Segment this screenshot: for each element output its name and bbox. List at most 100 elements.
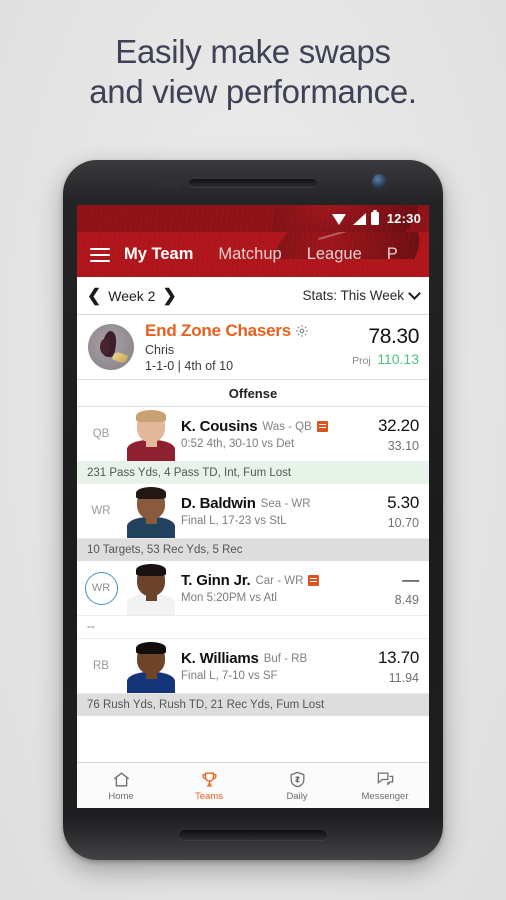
battery-icon — [370, 212, 379, 225]
app-bar: My Team Matchup League P — [77, 232, 429, 277]
team-avatar[interactable] — [88, 324, 134, 370]
wifi-icon — [331, 213, 347, 225]
section-header-offense: Offense — [77, 380, 429, 407]
chat-bubbles-icon — [376, 769, 395, 789]
player-game-status: Final L, 7-10 vs SF — [181, 670, 278, 682]
player-position-label: RB — [93, 660, 109, 672]
week-navigation-bar: ❮ Week 2 ❯ Stats: This Week — [77, 277, 429, 315]
player-headshot — [125, 560, 177, 615]
top-tabs: My Team Matchup League P — [124, 245, 423, 264]
team-record: 1-1-0 | 4th of 10 — [145, 359, 234, 373]
player-score: 13.70 — [377, 647, 419, 667]
headline-line-1: Easily make swaps — [115, 33, 391, 70]
hamburger-menu-icon[interactable] — [90, 244, 110, 266]
nav-item-teams[interactable]: Teams — [165, 769, 253, 802]
team-proj-label: Proj — [352, 355, 371, 367]
status-clock: 12:30 — [386, 211, 421, 226]
nav-label-messenger: Messenger — [361, 791, 409, 802]
nav-item-daily[interactable]: Daily — [253, 769, 341, 802]
section-label: Offense — [228, 385, 278, 401]
player-projection: 33.10 — [387, 438, 419, 453]
team-proj-value: 110.13 — [377, 351, 419, 367]
nav-label-daily: Daily — [286, 791, 308, 802]
player-info: K. Williams Buf - RB Final L, 7-10 vs SF — [177, 639, 378, 693]
promo-page: Easily make swaps and view performance. — [0, 0, 506, 900]
player-name: T. Ginn Jr. — [181, 572, 251, 589]
player-row[interactable]: RB K. Williams Buf - RB Final L, 7-10 vs SF… — [77, 639, 429, 694]
tab-matchup[interactable]: Matchup — [218, 245, 281, 264]
player-name: D. Baldwin — [181, 495, 256, 512]
phone-screen: 12:30 My Team Matchup League P ❮ Week 2 … — [77, 205, 429, 808]
player-position-cell[interactable]: RB — [77, 639, 125, 693]
player-position-label: QB — [92, 428, 110, 440]
phone-top-bezel — [63, 160, 443, 205]
player-projection: 10.70 — [387, 515, 419, 530]
phone-mockup: 12:30 My Team Matchup League P ❮ Week 2 … — [60, 158, 446, 864]
team-info: End Zone Chasers Chris 1-1-0 | 4th of 10 — [145, 321, 352, 373]
player-scores: 32.20 33.10 — [378, 407, 429, 461]
team-header[interactable]: End Zone Chasers Chris 1-1-0 | 4th of 10… — [77, 315, 429, 380]
player-projection: 8.49 — [394, 592, 419, 607]
player-stat-line: -- — [77, 616, 429, 639]
player-info: T. Ginn Jr. Car - WR Mon 5:20PM vs Atl — [177, 561, 395, 615]
earpiece-speaker — [189, 178, 317, 187]
phone-bottom-bezel — [63, 808, 443, 860]
chevron-down-icon — [408, 287, 421, 300]
player-headshot — [125, 638, 177, 693]
player-score: 32.20 — [377, 415, 419, 435]
player-position-cell[interactable]: QB — [77, 407, 125, 461]
player-row[interactable]: WR D. Baldwin Sea - WR Final L, 17-23 vs St… — [77, 484, 429, 539]
team-score: 78.30 — [368, 325, 419, 348]
player-headshot — [125, 406, 177, 461]
player-name: K. Williams — [181, 650, 259, 667]
player-news-badge[interactable] — [308, 575, 320, 586]
player-team-position: Car - WR — [255, 574, 304, 587]
tab-players[interactable]: P — [387, 245, 398, 264]
chevron-right-icon[interactable]: ❯ — [162, 287, 176, 304]
player-stat-line: 76 Rush Yds, Rush TD, 21 Rec Yds, Fum Lo… — [77, 694, 429, 716]
nav-item-messenger[interactable]: Messenger — [341, 769, 429, 802]
team-owner: Chris — [145, 343, 175, 357]
team-name[interactable]: End Zone Chasers — [145, 321, 291, 341]
player-stat-line: 10 Targets, 53 Rec Yds, 5 Rec — [77, 539, 429, 561]
player-team-position: Was - QB — [262, 420, 312, 433]
proximity-sensor-icon — [159, 178, 181, 187]
player-game-status: Final L, 17-23 vs StL — [181, 515, 287, 527]
week-label: Week 2 — [108, 287, 156, 304]
player-score: — — [402, 569, 419, 589]
shield-dollar-icon — [288, 769, 307, 789]
player-stat-line: 231 Pass Yds, 4 Pass TD, Int, Fum Lost — [77, 462, 429, 484]
player-scores: — 8.49 — [395, 561, 429, 615]
nav-item-home[interactable]: Home — [77, 769, 165, 802]
tab-league[interactable]: League — [307, 245, 362, 264]
player-team-position: Sea - WR — [260, 497, 311, 510]
player-news-badge[interactable] — [316, 421, 328, 432]
player-score: 5.30 — [387, 492, 419, 512]
bottom-speaker — [179, 829, 327, 840]
headline-line-2: and view performance. — [89, 73, 417, 110]
player-info: K. Cousins Was - QB 0:52 4th, 30-10 vs Det — [177, 407, 378, 461]
player-headshot — [125, 483, 177, 538]
nav-label-home: Home — [108, 791, 134, 802]
player-position-label: WR — [91, 582, 111, 594]
player-scores: 13.70 11.94 — [378, 639, 429, 693]
position-selected-circle[interactable]: WR — [84, 571, 118, 605]
player-team-position: Buf - RB — [263, 652, 308, 665]
trophy-icon — [200, 769, 219, 789]
tab-my-team[interactable]: My Team — [124, 245, 193, 264]
player-projection: 11.94 — [388, 670, 419, 685]
chevron-left-icon[interactable]: ❮ — [87, 287, 101, 304]
home-icon — [112, 769, 131, 789]
player-position-cell[interactable]: WR — [77, 484, 125, 538]
player-list: QB K. Cousins Was - QB 0:52 4th, 30-10 vs D… — [77, 407, 429, 716]
player-row[interactable]: WR T. Ginn Jr. Car - WR Mon 5:20PM vs Atl — 8… — [77, 561, 429, 616]
player-scores: 5.30 10.70 — [387, 484, 429, 538]
gear-icon[interactable] — [295, 324, 309, 338]
player-position-cell[interactable]: WR — [77, 561, 125, 615]
stats-filter-dropdown[interactable]: Stats: This Week — [302, 287, 421, 303]
week-nav: ❮ Week 2 ❯ — [87, 287, 177, 304]
player-row[interactable]: QB K. Cousins Was - QB 0:52 4th, 30-10 vs D… — [77, 407, 429, 462]
player-position-label: WR — [91, 505, 111, 517]
player-info: D. Baldwin Sea - WR Final L, 17-23 vs StL — [177, 484, 387, 538]
player-name: K. Cousins — [181, 418, 258, 435]
